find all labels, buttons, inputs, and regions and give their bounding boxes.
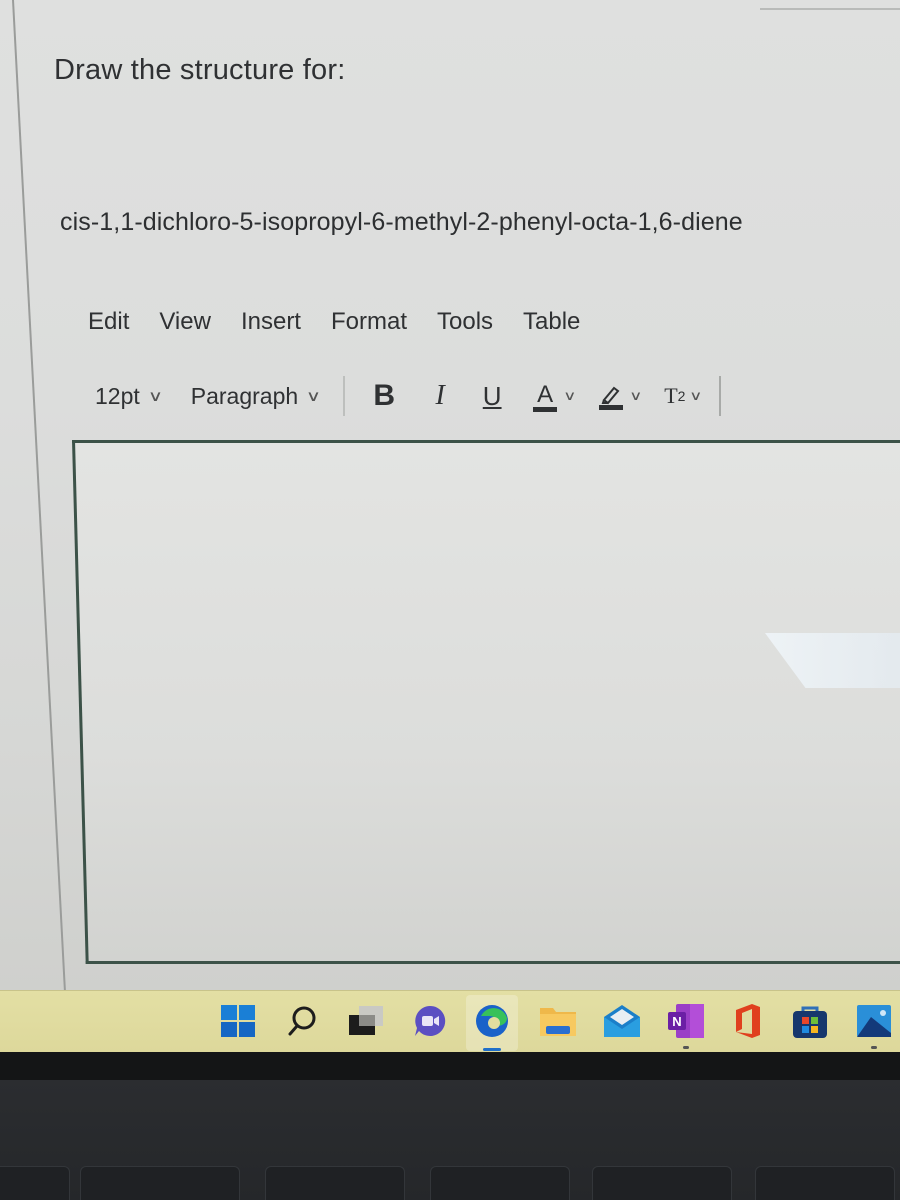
superscript-button[interactable]: T2 <box>664 383 685 409</box>
taskbar-store[interactable] <box>792 1003 828 1039</box>
office-icon <box>736 1004 760 1038</box>
taskbar-onenote[interactable]: N <box>668 1003 704 1049</box>
taskbar-office[interactable] <box>730 1003 766 1039</box>
highlight-color-button[interactable] <box>597 382 625 410</box>
toolbar-divider <box>718 376 721 416</box>
keyboard-key <box>430 1166 570 1200</box>
taskbar-file-explorer[interactable] <box>540 1003 576 1039</box>
editor-menubar: Edit View Insert Format Tools Table <box>88 308 610 336</box>
page-border <box>12 0 66 990</box>
search-icon <box>288 1006 316 1036</box>
keyboard-key <box>265 1166 405 1200</box>
photos-icon <box>857 1005 891 1037</box>
font-size-value: 12pt <box>95 382 140 409</box>
keyboard-key <box>0 1166 70 1200</box>
taskbar: N <box>0 990 900 1052</box>
menu-view[interactable]: View <box>159 308 211 336</box>
block-format-select[interactable]: Paragraph ∨ <box>190 382 322 410</box>
keyboard-area <box>0 1080 900 1200</box>
keyboard-key <box>592 1166 732 1200</box>
taskbar-start[interactable] <box>220 1003 256 1039</box>
folder-icon <box>540 1008 576 1036</box>
screen: Draw the structure for: cis-1,1-dichloro… <box>0 0 900 990</box>
block-format-value: Paragraph <box>190 382 299 409</box>
taskbar-mail[interactable] <box>604 1003 640 1039</box>
text-color-swatch <box>533 406 558 412</box>
taskbar-search[interactable] <box>284 1003 320 1039</box>
onenote-icon: N <box>668 1004 704 1038</box>
taskbar-task-view[interactable] <box>348 1003 384 1039</box>
editor-toolbar: 12pt ∨ Paragraph ∨ B I U A ∨ ∨ T2 ∨ <box>95 376 900 416</box>
chevron-down-icon: ∨ <box>305 388 322 405</box>
page-top-border <box>760 8 900 10</box>
running-indicator <box>683 1046 689 1049</box>
teams-chat-icon <box>415 1005 446 1036</box>
taskbar-teams-chat[interactable] <box>412 1003 448 1039</box>
text-color-button[interactable]: A <box>531 381 559 412</box>
highlighter-icon <box>598 386 623 410</box>
underline-button[interactable]: U <box>475 381 509 412</box>
question-prompt: Draw the structure for: <box>54 54 346 86</box>
taskbar-edge[interactable] <box>466 995 518 1051</box>
highlight-chevron-icon[interactable]: ∨ <box>629 388 642 404</box>
superscript-exponent: 2 <box>677 388 686 404</box>
laptop-bezel <box>0 1052 900 1080</box>
text-color-chevron-icon[interactable]: ∨ <box>563 388 576 404</box>
menu-format[interactable]: Format <box>331 308 407 336</box>
chevron-down-icon: ∨ <box>147 388 163 405</box>
windows-start-icon <box>221 1005 255 1037</box>
compound-name: cis-1,1-dichloro-5-isopropyl-6-methyl-2-… <box>60 208 743 236</box>
superscript-icon: T <box>664 383 678 408</box>
mail-icon <box>604 1005 640 1037</box>
menu-edit[interactable]: Edit <box>88 308 129 336</box>
running-indicator <box>871 1046 877 1049</box>
keyboard-key <box>755 1166 895 1200</box>
menu-insert[interactable]: Insert <box>241 308 301 336</box>
superscript-chevron-icon[interactable]: ∨ <box>690 388 703 404</box>
text-color-icon: A <box>537 380 554 408</box>
keyboard-key <box>80 1166 240 1200</box>
active-indicator <box>483 1048 501 1051</box>
italic-button[interactable]: I <box>423 380 457 412</box>
store-icon <box>793 1006 827 1038</box>
font-size-select[interactable]: 12pt ∨ <box>95 382 163 410</box>
editor-text-area[interactable] <box>72 440 900 964</box>
onenote-letter: N <box>672 1014 681 1029</box>
menu-table[interactable]: Table <box>523 308 580 336</box>
bold-button[interactable]: B <box>367 379 401 413</box>
edge-browser-icon <box>476 1005 508 1037</box>
task-view-icon <box>349 1006 383 1035</box>
taskbar-photos[interactable] <box>856 1003 892 1049</box>
toolbar-divider <box>343 376 346 416</box>
menu-tools[interactable]: Tools <box>437 308 493 336</box>
